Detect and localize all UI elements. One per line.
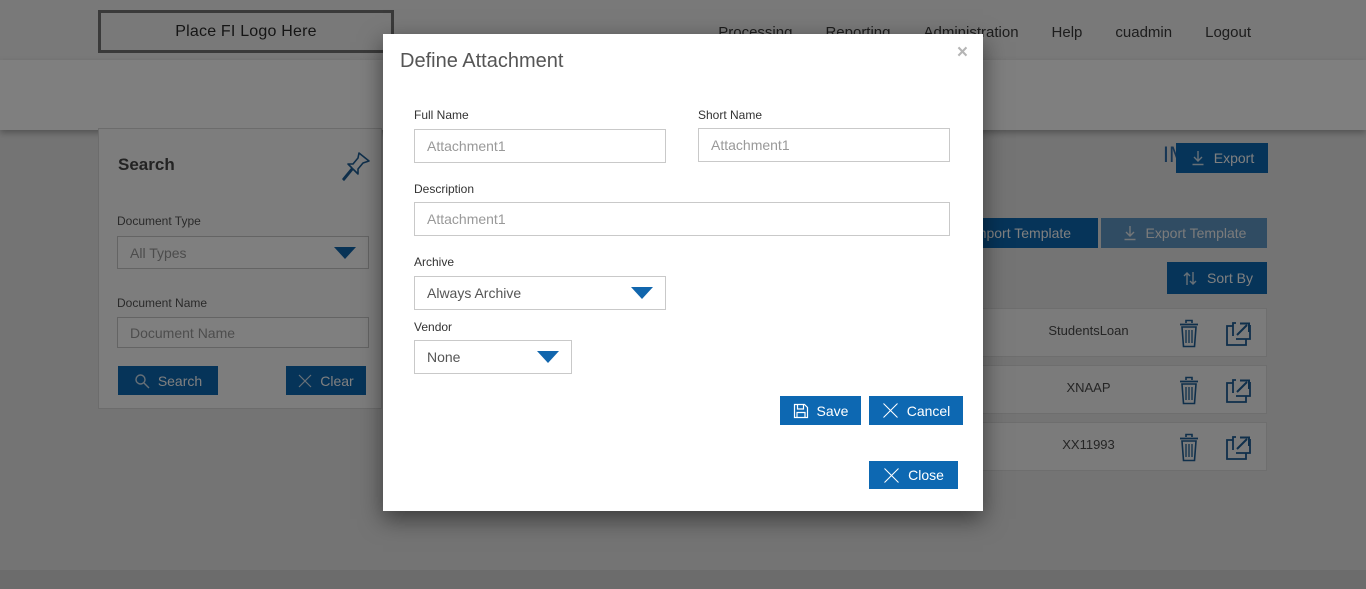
cancel-button-label: Cancel	[907, 403, 951, 419]
application-window: Place FI Logo Here Processing Reporting …	[0, 0, 1366, 589]
archive-label: Archive	[414, 255, 454, 269]
vendor-value: None	[427, 349, 460, 365]
vendor-label: Vendor	[414, 320, 452, 334]
archive-value: Always Archive	[427, 285, 521, 301]
short-name-input[interactable]	[698, 128, 950, 162]
floppy-disk-icon	[793, 403, 809, 419]
save-button[interactable]: Save	[780, 396, 861, 425]
archive-select[interactable]: Always Archive	[414, 276, 666, 310]
full-name-label: Full Name	[414, 108, 469, 122]
close-button[interactable]: Close	[869, 461, 958, 489]
full-name-input[interactable]	[414, 129, 666, 163]
x-icon	[882, 402, 899, 419]
chevron-down-icon	[537, 351, 559, 363]
close-button-label: Close	[908, 467, 944, 483]
chevron-down-icon	[631, 287, 653, 299]
modal-close-x-icon[interactable]: ×	[957, 42, 968, 64]
cancel-button[interactable]: Cancel	[869, 396, 963, 425]
description-label: Description	[414, 182, 474, 196]
vendor-select[interactable]: None	[414, 340, 572, 374]
x-icon	[883, 467, 900, 484]
short-name-label: Short Name	[698, 108, 762, 122]
save-button-label: Save	[817, 403, 849, 419]
description-input[interactable]	[414, 202, 950, 236]
define-attachment-modal: Define Attachment × Full Name Short Name…	[383, 34, 983, 511]
modal-title: Define Attachment	[400, 50, 563, 73]
